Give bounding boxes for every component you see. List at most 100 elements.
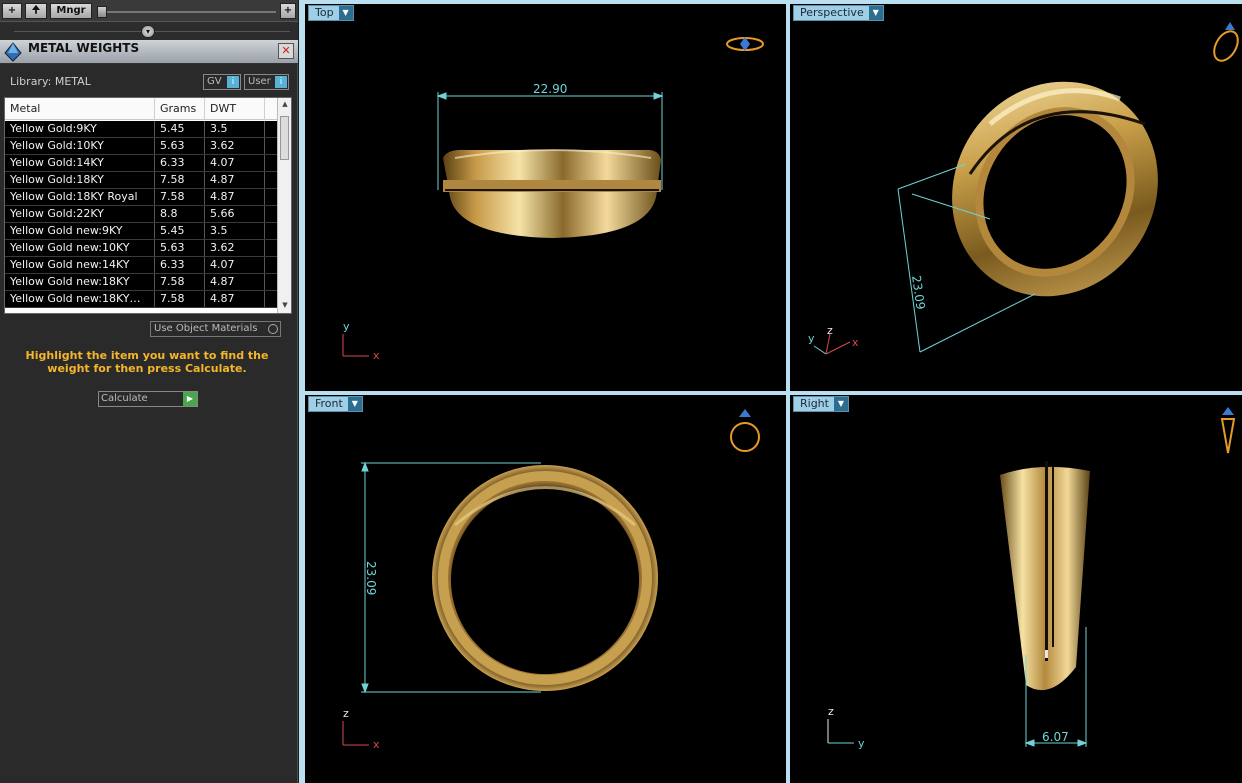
perspective-view-cube-icon[interactable] — [1209, 22, 1242, 65]
panel-subbar: ▾ — [0, 22, 298, 40]
dwt-cell: 3.62 — [205, 240, 265, 256]
info-icon: i — [227, 76, 239, 88]
top-axis-gizmo: y x — [342, 320, 380, 362]
dwt-cell: 4.07 — [205, 155, 265, 171]
viewport-label-front[interactable]: Front ▼ — [308, 396, 363, 412]
right-view-cube-icon[interactable] — [1220, 407, 1236, 454]
viewport-label-perspective[interactable]: Perspective ▼ — [793, 5, 884, 21]
close-icon[interactable]: ✕ — [278, 43, 294, 59]
ring-perspective-view — [952, 81, 1158, 297]
column-header-dwt[interactable]: DWT — [205, 98, 265, 120]
grams-cell: 5.63 — [155, 138, 205, 154]
table-row[interactable]: Yellow Gold:10KY 5.63 3.62 — [5, 138, 277, 155]
metal-weights-panel: + 🠉 Mngr + ▾ METAL WEIGHTS ✕ Library: ME… — [0, 0, 298, 783]
table-scrollbar[interactable]: ▲ ▼ — [277, 98, 291, 313]
grams-cell: 7.58 — [155, 189, 205, 205]
viewport-perspective[interactable]: 23.09 y z x Perspective ▼ — [790, 4, 1242, 391]
table-row[interactable]: Yellow Gold new:9KY 5.45 3.5 — [5, 223, 277, 240]
right-view-canvas: 6.07 z y — [827, 407, 1236, 750]
viewport-label-right[interactable]: Right ▼ — [793, 396, 849, 412]
table-row[interactable]: Yellow Gold new:10KY 5.63 3.62 — [5, 240, 277, 257]
grams-cell: 8.8 — [155, 206, 205, 222]
panel-title: METAL WEIGHTS — [28, 41, 140, 55]
chevron-down-icon[interactable]: ▼ — [868, 6, 883, 20]
panel-header: METAL WEIGHTS ✕ — [0, 40, 298, 64]
viewport-top[interactable]: 22.90 y x Top ▼ — [305, 4, 786, 391]
top-view-cube-icon[interactable] — [726, 37, 764, 51]
dwt-cell: 5.66 — [205, 206, 265, 222]
metal-cell: Yellow Gold:18KY — [5, 172, 155, 188]
table-row[interactable]: Yellow Gold:18KY Royal 7.58 4.87 — [5, 189, 277, 206]
table-row[interactable]: Yellow Gold:22KY 8.8 5.66 — [5, 206, 277, 223]
chevron-down-icon[interactable]: ▼ — [338, 6, 353, 20]
axis-x-label: x — [373, 738, 380, 751]
viewport-right[interactable]: 6.07 z y Right ▼ — [790, 395, 1242, 783]
front-view-canvas: 23.09 z x — [342, 409, 760, 751]
app-window: + 🠉 Mngr + ▾ METAL WEIGHTS ✕ Library: ME… — [0, 0, 1242, 783]
metal-cell: Yellow Gold new:18KY… — [5, 291, 155, 307]
dwt-cell: 3.5 — [205, 223, 265, 239]
metal-cell: Yellow Gold:10KY — [5, 138, 155, 154]
scroll-up-icon[interactable]: ▲ — [280, 100, 290, 108]
use-object-materials-option[interactable]: Use Object Materials — [150, 321, 281, 337]
user-toggle[interactable]: User i — [244, 74, 289, 90]
dwt-cell: 4.87 — [205, 172, 265, 188]
metal-cell: Yellow Gold new:18KY — [5, 274, 155, 290]
viewport-label-text: Right — [800, 397, 829, 410]
slider-track — [100, 11, 276, 13]
viewport-label-text: Top — [315, 6, 334, 19]
column-header-grams[interactable]: Grams — [155, 98, 205, 120]
front-dimension-value: 23.09 — [364, 561, 378, 595]
table-body: Yellow Gold:9KY 5.45 3.5 Yellow Gold:10KY 5.… — [5, 121, 277, 308]
table-row[interactable]: Yellow Gold:18KY 7.58 4.87 — [5, 172, 277, 189]
grams-cell: 6.33 — [155, 257, 205, 273]
calculate-label: Calculate — [101, 393, 148, 404]
up-arrow-button[interactable]: 🠉 — [25, 3, 47, 19]
calculate-button[interactable]: Calculate ▶ — [98, 391, 198, 407]
ring-top-view — [443, 149, 661, 238]
front-axis-gizmo: z x — [342, 707, 380, 751]
dwt-cell: 4.87 — [205, 291, 265, 307]
use-object-materials-label: Use Object Materials — [154, 323, 258, 334]
metal-cell: Yellow Gold:14KY — [5, 155, 155, 171]
grams-cell: 6.33 — [155, 155, 205, 171]
metal-cell: Yellow Gold:22KY — [5, 206, 155, 222]
slider-thumb[interactable] — [97, 6, 107, 18]
play-icon: ▶ — [183, 392, 197, 406]
perspective-axis-gizmo: y z x — [808, 324, 859, 355]
right-dimension-value: 6.07 — [1042, 730, 1069, 744]
add-button[interactable]: + — [2, 3, 22, 19]
gv-toggle[interactable]: GV i — [203, 74, 241, 90]
front-view-cube-icon[interactable] — [730, 409, 760, 452]
manager-button[interactable]: Mngr — [50, 3, 92, 19]
column-header-metal[interactable]: Metal — [5, 98, 155, 120]
plus-button[interactable]: + — [280, 3, 296, 19]
radio-icon[interactable] — [268, 324, 278, 334]
dwt-cell: 4.87 — [205, 189, 265, 205]
perspective-dimension-value: 23.09 — [909, 274, 928, 310]
table-row[interactable]: Yellow Gold new:18KY… 7.58 4.87 — [5, 291, 277, 308]
ring-right-view — [1000, 461, 1090, 691]
viewport-label-top[interactable]: Top ▼ — [308, 5, 354, 21]
grams-cell: 5.45 — [155, 121, 205, 137]
axis-z-label: z — [827, 324, 833, 337]
collapse-knob-icon[interactable]: ▾ — [141, 25, 155, 38]
top-view-canvas: 22.90 y x — [342, 37, 764, 362]
table-row[interactable]: Yellow Gold new:18KY 7.58 4.87 — [5, 274, 277, 291]
table-row[interactable]: Yellow Gold:9KY 5.45 3.5 — [5, 121, 277, 138]
dwt-cell: 4.07 — [205, 257, 265, 273]
top-dimension-value: 22.90 — [533, 82, 567, 96]
dwt-cell: 4.87 — [205, 274, 265, 290]
metal-cell: Yellow Gold new:10KY — [5, 240, 155, 256]
instruction-text: Highlight the item you want to find the … — [25, 349, 269, 375]
table-row[interactable]: Yellow Gold new:14KY 6.33 4.07 — [5, 257, 277, 274]
viewport-front[interactable]: 23.09 z x Front ▼ — [305, 395, 786, 783]
chevron-down-icon[interactable]: ▼ — [347, 397, 362, 411]
scroll-thumb[interactable] — [280, 116, 289, 160]
grams-cell: 7.58 — [155, 274, 205, 290]
scroll-down-icon[interactable]: ▼ — [280, 301, 290, 309]
chevron-down-icon[interactable]: ▼ — [833, 397, 848, 411]
dwt-cell: 3.62 — [205, 138, 265, 154]
perspective-view-canvas: 23.09 y z x — [808, 22, 1242, 355]
table-row[interactable]: Yellow Gold:14KY 6.33 4.07 — [5, 155, 277, 172]
